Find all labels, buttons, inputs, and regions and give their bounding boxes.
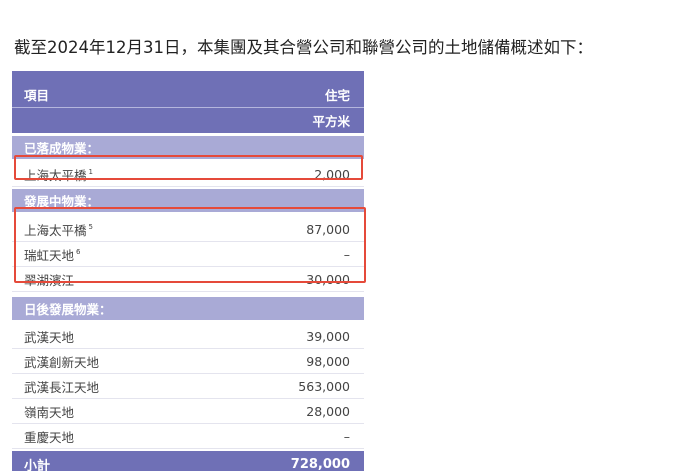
footnote-ref: 6 xyxy=(76,248,81,257)
row-name: 上海太平橋 xyxy=(24,167,87,183)
section-title: 發展中物業： xyxy=(24,194,100,209)
table-row: 瑞虹天地 6 – xyxy=(12,242,364,267)
table-unit-row: 平方米 xyxy=(12,107,364,133)
row-value: 98,000 xyxy=(306,353,350,369)
section-under-development: 發展中物業： xyxy=(12,189,364,212)
header-residential: 住宅 xyxy=(324,87,350,103)
intro-text: 截至2024年12月31日，本集團及其合營公司和聯營公司的土地儲備概述如下： xyxy=(14,38,593,57)
row-name: 瑞虹天地 xyxy=(24,247,75,263)
row-value: – xyxy=(343,246,350,262)
row-name: 嶺南天地 xyxy=(24,404,75,420)
table-row: 上海太平橋 1 2,000 xyxy=(12,162,364,187)
row-name: 武漢創新天地 xyxy=(24,354,100,370)
table-header: 項目 住宅 xyxy=(12,71,364,107)
header-item: 項目 xyxy=(24,87,50,103)
subtotal-row: 小計 728,000 xyxy=(12,451,364,471)
section-title: 日後發展物業： xyxy=(24,302,112,317)
row-value: 87,000 xyxy=(306,221,350,237)
row-value: 30,000 xyxy=(306,271,350,287)
row-name: 武漢長江天地 xyxy=(24,379,100,395)
row-name: 翠湖濱江 xyxy=(24,272,75,288)
table-row: 上海太平橋 5 87,000 xyxy=(12,217,364,242)
row-name: 上海太平橋 xyxy=(24,222,87,238)
header-unit: 平方米 xyxy=(312,114,350,129)
row-value: 563,000 xyxy=(298,378,350,394)
table-row: 武漢天地 39,000 xyxy=(12,324,364,349)
land-bank-table: 項目 住宅 平方米 已落成物業： 上海太平橋 1 2,000 發展中物業： 上海太… xyxy=(12,71,364,471)
table-row: 武漢長江天地 563,000 xyxy=(12,374,364,399)
table-row: 翠湖濱江 30,000 xyxy=(12,267,364,292)
footnote-ref: 5 xyxy=(88,223,93,232)
footnote-ref: 1 xyxy=(88,168,93,177)
subtotal-value: 728,000 xyxy=(290,457,350,471)
row-value: 28,000 xyxy=(306,403,350,419)
row-value: 39,000 xyxy=(306,328,350,344)
table-row: 武漢創新天地 98,000 xyxy=(12,349,364,374)
row-value: – xyxy=(343,428,350,444)
row-value: 2,000 xyxy=(314,166,350,182)
table-row: 嶺南天地 28,000 xyxy=(12,399,364,424)
row-name: 重慶天地 xyxy=(24,429,75,445)
subtotal-label: 小計 xyxy=(24,459,51,471)
section-title: 已落成物業： xyxy=(24,141,100,156)
row-name: 武漢天地 xyxy=(24,329,75,345)
table-row: 重慶天地 – xyxy=(12,424,364,449)
section-completed: 已落成物業： xyxy=(12,136,364,159)
section-future-development: 日後發展物業： xyxy=(12,297,364,320)
